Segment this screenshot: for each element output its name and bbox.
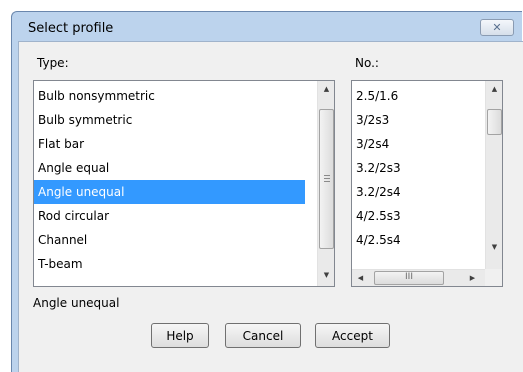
list-item[interactable]: T-beam [34, 252, 316, 276]
no-vertical-scrollbar[interactable]: ▲ ▼ [485, 81, 502, 269]
title-bar[interactable]: Select profile ✕ [12, 12, 522, 42]
type-listbox[interactable]: Bulb nonsymmetric Bulb symmetric Flat ba… [33, 80, 335, 287]
scroll-up-icon[interactable]: ▲ [318, 81, 334, 98]
list-item[interactable]: 4/2.5s4 [352, 228, 485, 252]
help-button[interactable]: Help [151, 323, 209, 348]
no-horizontal-scrollbar[interactable]: ◀ III ▶ [352, 269, 485, 286]
scroll-up-icon[interactable]: ▲ [486, 81, 502, 98]
grip-icon: III [405, 272, 413, 282]
scrollbar-thumb[interactable] [319, 109, 334, 249]
scroll-left-icon[interactable]: ◀ [352, 270, 369, 286]
list-item[interactable]: 4/2.5s3 [352, 204, 485, 228]
close-button[interactable]: ✕ [480, 19, 514, 36]
list-item[interactable]: 3.2/2s4 [352, 180, 485, 204]
scroll-down-icon[interactable]: ▼ [318, 267, 334, 284]
list-item[interactable]: Bulb symmetric [34, 108, 316, 132]
cancel-button[interactable]: Cancel [225, 323, 301, 348]
horizontal-scrollbar-thumb[interactable]: III [374, 271, 444, 285]
list-item-selected[interactable]: Angle unequal [34, 180, 305, 204]
list-item[interactable]: Bulb nonsymmetric [34, 84, 316, 108]
dialog-title: Select profile [28, 21, 114, 36]
scrollbar-thumb[interactable] [487, 109, 502, 135]
list-item[interactable]: Flat bar [34, 132, 316, 156]
list-item[interactable]: 3/2s4 [352, 132, 485, 156]
list-item[interactable]: Channel [34, 228, 316, 252]
scrollbar-corner [485, 269, 502, 286]
list-item[interactable]: 3/2s3 [352, 108, 485, 132]
no-label: No.: [355, 56, 379, 70]
close-icon: ✕ [492, 21, 502, 34]
scroll-right-icon[interactable]: ▶ [464, 270, 481, 286]
list-item[interactable]: 3.2/2s3 [352, 156, 485, 180]
no-listbox[interactable]: 2.5/1.6 3/2s3 3/2s4 3.2/2s3 3.2/2s4 4/2.… [351, 80, 503, 287]
scroll-down-icon[interactable]: ▼ [486, 239, 502, 256]
accept-button[interactable]: Accept [315, 323, 390, 348]
type-label: Type: [37, 56, 69, 70]
list-item[interactable]: Angle equal [34, 156, 316, 180]
list-item[interactable]: 2.5/1.6 [352, 84, 485, 108]
selected-type-text: Angle unequal [33, 296, 120, 310]
type-vertical-scrollbar[interactable]: ▲ ▼ [317, 81, 334, 286]
list-item[interactable]: Rod circular [34, 204, 316, 228]
